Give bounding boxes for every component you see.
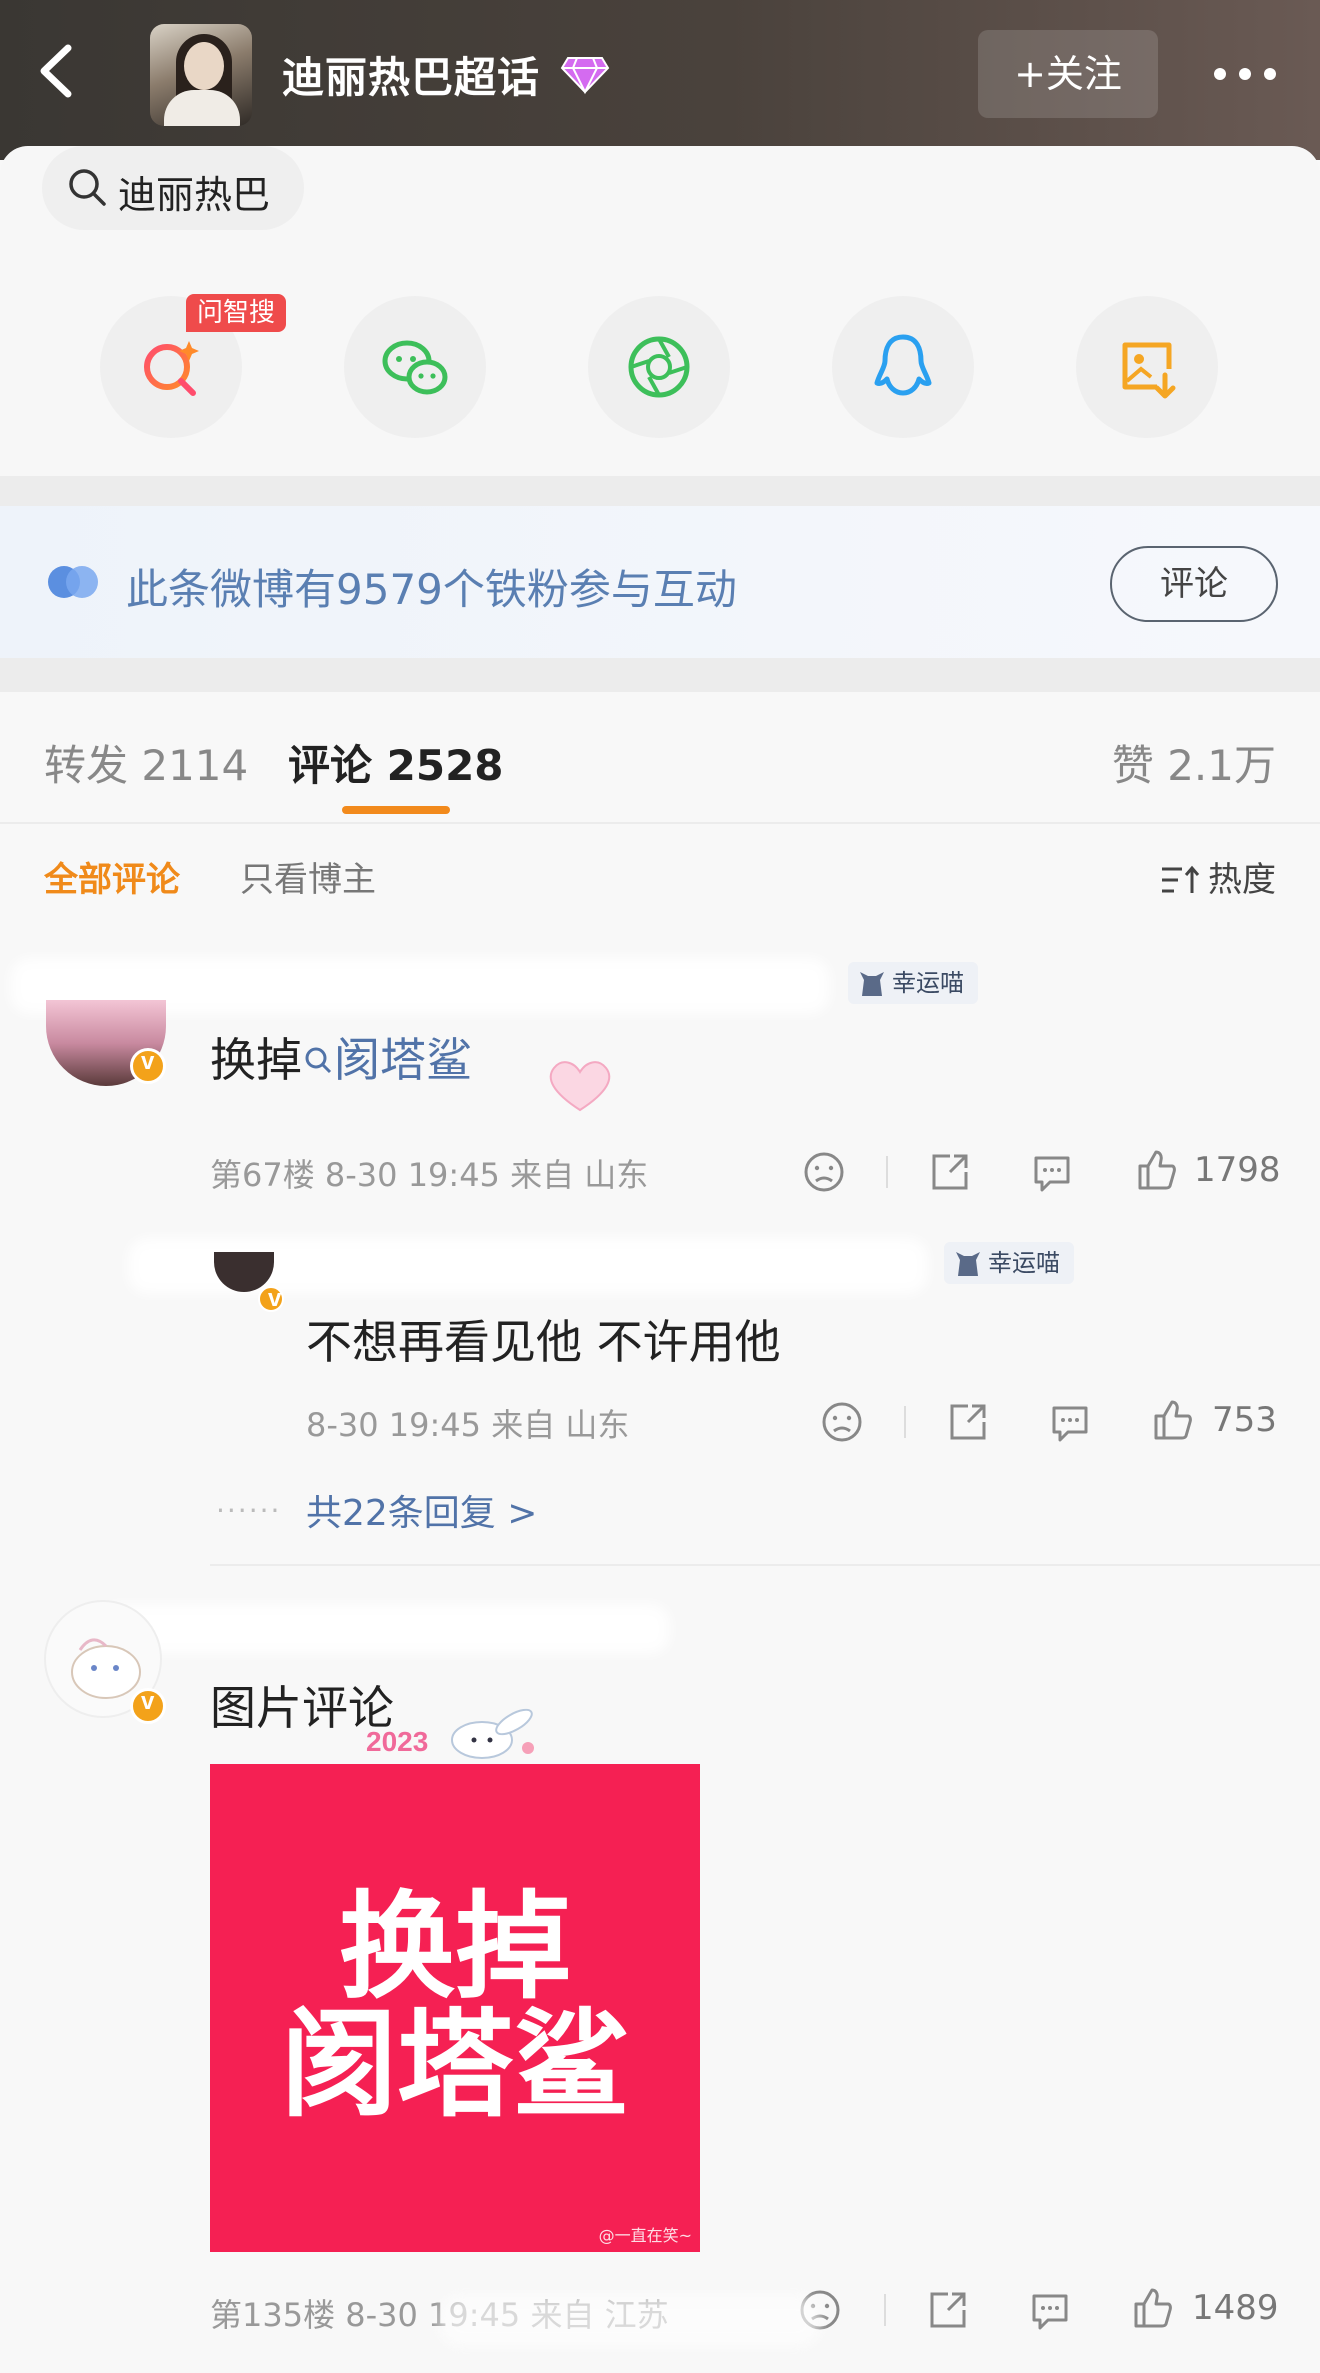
reply-icon[interactable]: [1030, 1150, 1074, 1194]
tab-repost[interactable]: 转发 2114: [44, 732, 248, 793]
redacted-username: [100, 1604, 670, 1654]
divider: [884, 2294, 886, 2326]
more-icon[interactable]: [1210, 54, 1280, 94]
page-title[interactable]: 迪丽热巴超话: [282, 44, 540, 105]
active-tab-indicator: [342, 806, 450, 814]
tab-comments[interactable]: 评论 2528: [288, 732, 504, 793]
image-text-line2: 阂塔鲨: [281, 1998, 629, 2133]
share-icon[interactable]: [928, 1150, 972, 1194]
dislike-icon[interactable]: [820, 1400, 864, 1444]
save-image-button[interactable]: [1076, 296, 1218, 438]
divider: [886, 1156, 888, 1188]
like-count: 753: [1212, 1400, 1277, 1440]
cat-icon: [860, 972, 884, 996]
verified-icon: [258, 1285, 284, 1313]
ai-search-badge: 问智搜: [186, 294, 286, 332]
reply-icon[interactable]: [1048, 1400, 1092, 1444]
moments-button[interactable]: [588, 296, 730, 438]
diamond-icon: [560, 52, 610, 96]
comment-meta: 第67楼 8-30 19:45 来自 山东: [210, 1156, 649, 1194]
section-separator: [0, 658, 1320, 692]
lucky-badge: 幸运喵: [848, 962, 978, 1004]
share-icon[interactable]: [946, 1400, 990, 1444]
divider: [904, 1406, 906, 1438]
sticker-year: 2023: [366, 1726, 429, 1757]
back-icon[interactable]: [28, 36, 88, 106]
sort-icon: [1162, 865, 1200, 893]
like-icon[interactable]: [1130, 2286, 1174, 2330]
follow-button[interactable]: +关注: [978, 30, 1158, 118]
sort-button[interactable]: 热度: [1160, 852, 1276, 901]
view-more-replies-link[interactable]: 共22条回复 >: [306, 1484, 537, 1536]
like-icon[interactable]: [1150, 1398, 1194, 1442]
bunny-sticker-icon: [451, 1708, 534, 1759]
search-chip[interactable]: 迪丽热巴: [42, 146, 304, 230]
search-icon: [305, 1047, 332, 1074]
share-icon[interactable]: [926, 2288, 970, 2332]
filter-owner-only[interactable]: 只看博主: [240, 852, 376, 901]
comment-image[interactable]: 换掉 阂塔鲨 @一直在笑~: [210, 1764, 700, 2252]
search-link[interactable]: 阂塔鲨: [302, 1033, 472, 1087]
verified-icon: [130, 1688, 166, 1724]
comment-divider: [210, 1564, 1320, 1566]
fans-icon: [48, 566, 98, 598]
fan-banner-text: 此条微博有9579个铁粉参与互动: [126, 565, 737, 614]
moments-icon: [628, 336, 690, 398]
sort-label: 热度: [1208, 860, 1276, 900]
wechat-icon: [382, 340, 448, 395]
image-watermark: @一直在笑~: [598, 2226, 692, 2245]
search-icon: [69, 169, 106, 206]
comment-text: 换掉 阂塔鲨: [210, 1033, 472, 1087]
like-count: 1798: [1194, 1150, 1281, 1190]
fan-interaction-banner: 此条微博有9579个铁粉参与互动 评论: [0, 506, 1320, 658]
tab-likes[interactable]: 赞 2.1万: [1112, 732, 1276, 793]
ai-search-icon: [144, 341, 199, 396]
filter-all-comments[interactable]: 全部评论: [44, 852, 180, 901]
blur-overlay: [440, 2296, 820, 2346]
wechat-button[interactable]: [344, 296, 486, 438]
verified-icon: [130, 1048, 166, 1084]
section-separator: [0, 476, 1320, 506]
heart-sticker-icon: [549, 1061, 611, 1112]
reply-meta: 8-30 19:45 来自 山东: [306, 1406, 630, 1444]
qq-icon: [874, 334, 932, 396]
lucky-badge: 幸运喵: [944, 1242, 1074, 1284]
reply-icon[interactable]: [1028, 2288, 1072, 2332]
cat-icon: [956, 1252, 980, 1276]
like-icon[interactable]: [1134, 1148, 1178, 1192]
fan-comment-button[interactable]: 评论: [1110, 546, 1278, 622]
topic-avatar[interactable]: [150, 24, 252, 126]
dislike-icon[interactable]: [802, 1150, 846, 1194]
search-chip-label: 迪丽热巴: [118, 173, 271, 217]
thread-dots: ......: [216, 1486, 282, 1519]
image-text-line1: 换掉: [339, 1880, 571, 2015]
qq-button[interactable]: [832, 296, 974, 438]
comment-filters: 全部评论 只看博主 热度: [0, 826, 1320, 926]
tab-bar: 转发 2114 评论 2528 赞 2.1万: [0, 692, 1320, 824]
reply-text: 不想再看见他 不许用他: [306, 1315, 781, 1369]
save-image-icon: [1122, 342, 1176, 399]
like-count: 1489: [1192, 2288, 1279, 2328]
